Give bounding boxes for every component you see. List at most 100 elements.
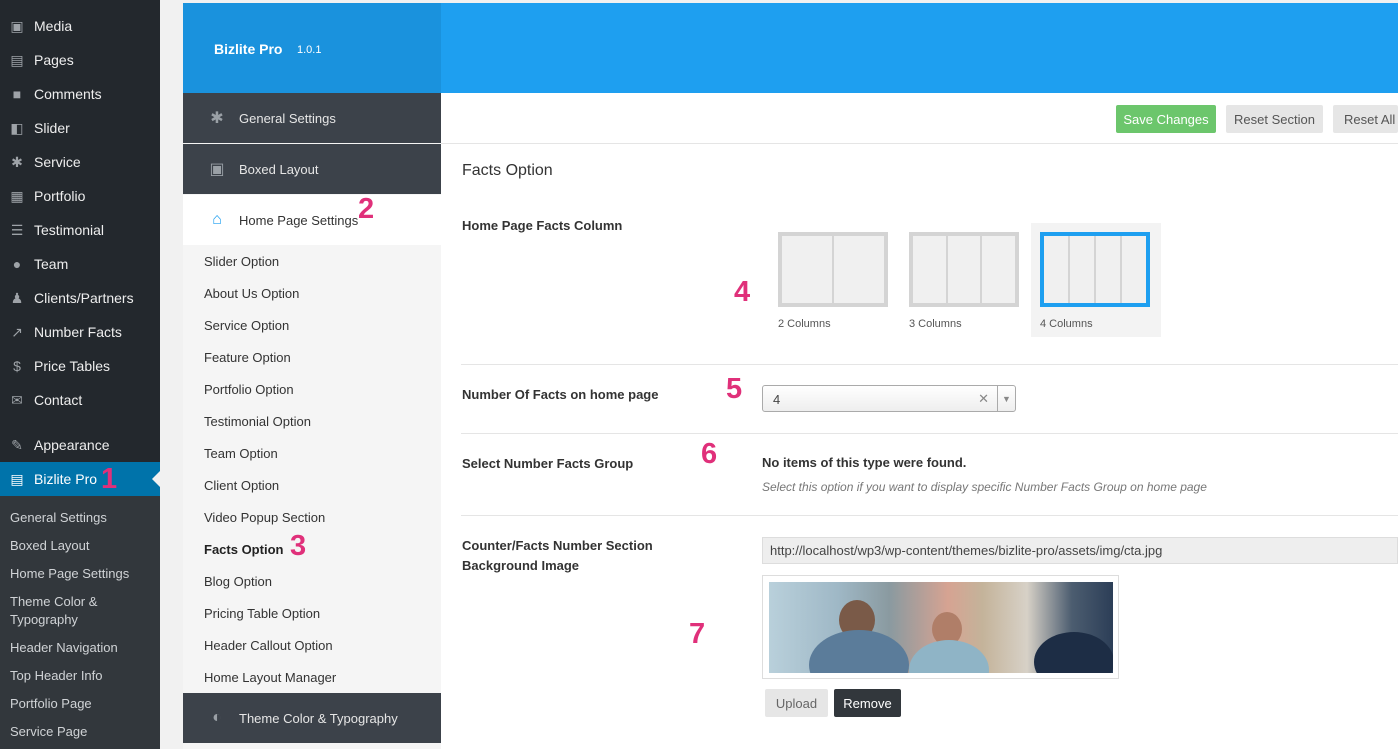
wp-sub-home[interactable]: Home Page Settings: [10, 565, 155, 583]
bg-image-thumbnail: [769, 582, 1113, 673]
person-shape: [909, 640, 989, 673]
gear-icon: ✱: [210, 110, 224, 127]
nav-sub-feature[interactable]: Feature Option: [204, 350, 291, 365]
wp-menu-pages[interactable]: ▤ Pages: [0, 43, 160, 77]
wp-menu-comments[interactable]: ■ Comments: [0, 77, 160, 111]
bg-image-url-field[interactable]: http://localhost/wp3/wp-content/themes/b…: [762, 537, 1398, 564]
layout-icon: ▤: [10, 470, 24, 487]
wp-menu-price-tables[interactable]: $ Price Tables: [0, 349, 160, 383]
wp-menu-bizlite-pro[interactable]: ▤ Bizlite Pro: [0, 462, 160, 496]
marker-1: 1: [101, 463, 118, 495]
wp-menu-label: Media: [34, 18, 73, 34]
save-changes-button[interactable]: Save Changes: [1116, 105, 1216, 133]
wp-menu-media[interactable]: ▣ Media: [0, 9, 160, 43]
wp-menu-label: Price Tables: [34, 358, 111, 374]
wp-menu-label: Appearance: [34, 437, 110, 453]
wp-menu-portfolio[interactable]: ▦ Portfolio: [0, 179, 160, 213]
layout-caption: 2 Columns: [778, 318, 831, 330]
brand-version: 1.0.1: [297, 44, 322, 56]
wp-menu-testimonial[interactable]: ☰ Testimonial: [0, 213, 160, 247]
layout-4-columns[interactable]: 4 Columns: [1031, 223, 1161, 337]
reset-all-button[interactable]: Reset All: [1333, 105, 1398, 133]
wp-sub-header-nav[interactable]: Header Navigation: [10, 639, 155, 657]
wp-menu-label: Team: [34, 256, 69, 272]
layout-3-columns-image: [909, 232, 1019, 307]
reset-section-button[interactable]: Reset Section: [1226, 105, 1323, 133]
wp-sub-service[interactable]: Service Page: [10, 723, 155, 741]
nav-sub-pricing[interactable]: Pricing Table Option: [204, 606, 320, 621]
dollar-icon: $: [13, 358, 21, 374]
gear-icon: ✱: [11, 153, 23, 170]
wp-menu-service[interactable]: ✱ Service: [0, 145, 160, 179]
wp-menu-label: Number Facts: [34, 324, 122, 340]
layout-3-columns[interactable]: 3 Columns: [900, 223, 1030, 337]
marker-7: 7: [689, 618, 706, 650]
wp-menu-clients[interactable]: ♟ Clients/Partners: [0, 281, 160, 315]
nav-sub-testimonial[interactable]: Testimonial Option: [204, 414, 311, 429]
nav-home-page-settings[interactable]: ⌂ Home Page Settings: [183, 195, 441, 245]
marker-3: 3: [290, 530, 307, 562]
divider: [461, 433, 1398, 434]
toolbar: Save Changes Reset Section Reset All: [441, 93, 1398, 144]
wp-sub-portfolio[interactable]: Portfolio Page: [10, 695, 155, 713]
clear-icon[interactable]: ✕: [978, 391, 989, 407]
wp-menu-contact[interactable]: ✉ Contact: [0, 383, 160, 417]
layout-2-columns[interactable]: 2 Columns: [769, 223, 899, 337]
group-label: Select Number Facts Group: [462, 456, 634, 471]
team-icon: ●: [12, 256, 22, 272]
nav-sub-video[interactable]: Video Popup Section: [204, 510, 325, 525]
nav-sub-portfolio[interactable]: Portfolio Option: [204, 382, 294, 397]
layout-caption: 3 Columns: [909, 318, 962, 330]
wp-menu-label: Testimonial: [34, 222, 105, 238]
wp-sub-boxed[interactable]: Boxed Layout: [10, 537, 155, 555]
wp-sub-theme[interactable]: Theme Color & Typography: [10, 593, 155, 629]
wp-sub-top-header[interactable]: Top Header Info: [10, 667, 155, 685]
marker-2: 2: [358, 193, 375, 225]
gap: [160, 0, 183, 749]
nav-sub-blog[interactable]: Blog Option: [204, 574, 272, 589]
user-icon: ♟: [10, 289, 24, 306]
wp-menu-slider[interactable]: ◧ Slider: [0, 111, 160, 145]
home-icon: ⌂: [212, 211, 222, 228]
layout-caption: 4 Columns: [1040, 318, 1093, 330]
section-title: Facts Option: [462, 162, 553, 179]
divider: [461, 515, 1398, 516]
chevron-down-icon[interactable]: ▼: [997, 386, 1015, 411]
media-icon: ▣: [10, 17, 24, 34]
nav-sub-layout-manager[interactable]: Home Layout Manager: [204, 670, 336, 685]
wp-menu-appearance[interactable]: ✎ Appearance: [0, 428, 160, 462]
wp-menu-number-facts[interactable]: ↗ Number Facts: [0, 315, 160, 349]
remove-button[interactable]: Remove: [834, 689, 901, 717]
wp-submenu: General Settings Boxed Layout Home Page …: [0, 496, 160, 749]
nav-sub-service[interactable]: Service Option: [204, 318, 289, 333]
nav-sub-team[interactable]: Team Option: [204, 446, 278, 461]
active-caret: [152, 471, 160, 487]
nav-boxed-layout[interactable]: ▣ Boxed Layout: [183, 144, 441, 194]
nav-label: Boxed Layout: [239, 161, 319, 177]
wp-sub-general[interactable]: General Settings: [10, 509, 155, 527]
nav-label: General Settings: [239, 110, 336, 126]
wp-menu-label: Bizlite Pro: [34, 471, 98, 487]
wp-menu-label: Slider: [34, 120, 70, 136]
nav-theme-color[interactable]: ◐ Theme Color & Typography: [183, 693, 441, 743]
nav-sub-client[interactable]: Client Option: [204, 478, 279, 493]
nav-sub-about[interactable]: About Us Option: [204, 286, 299, 301]
nav-general-settings[interactable]: ✱ General Settings: [183, 93, 441, 143]
wp-menu-team[interactable]: ● Team: [0, 247, 160, 281]
nav-sub-header-callout[interactable]: Header Callout Option: [204, 638, 333, 653]
bg-image-label: Counter/Facts Number Section Background …: [462, 538, 653, 573]
nav-sub-slider[interactable]: Slider Option: [204, 254, 279, 269]
portfolio-icon: ▦: [10, 187, 24, 204]
slider-icon: ◧: [10, 119, 24, 136]
options-content: Save Changes Reset Section Reset All Fac…: [441, 93, 1398, 749]
upload-button[interactable]: Upload: [765, 689, 828, 717]
wp-admin-sidebar: ▣ Media ▤ Pages ■ Comments ◧ Slider ✱ Service…: [0, 0, 160, 749]
wp-menu-label: Service: [34, 154, 81, 170]
nav-sub-facts[interactable]: Facts Option: [204, 542, 283, 557]
contrast-icon: ◐: [212, 709, 222, 726]
group-description: Select this option if you want to displa…: [762, 480, 1207, 494]
wp-menu-label: Clients/Partners: [34, 290, 134, 306]
number-of-facts-select[interactable]: 4 ✕ ▼: [762, 385, 1016, 412]
columns-label: Home Page Facts Column: [462, 218, 623, 233]
mail-icon: ✉: [11, 391, 23, 408]
